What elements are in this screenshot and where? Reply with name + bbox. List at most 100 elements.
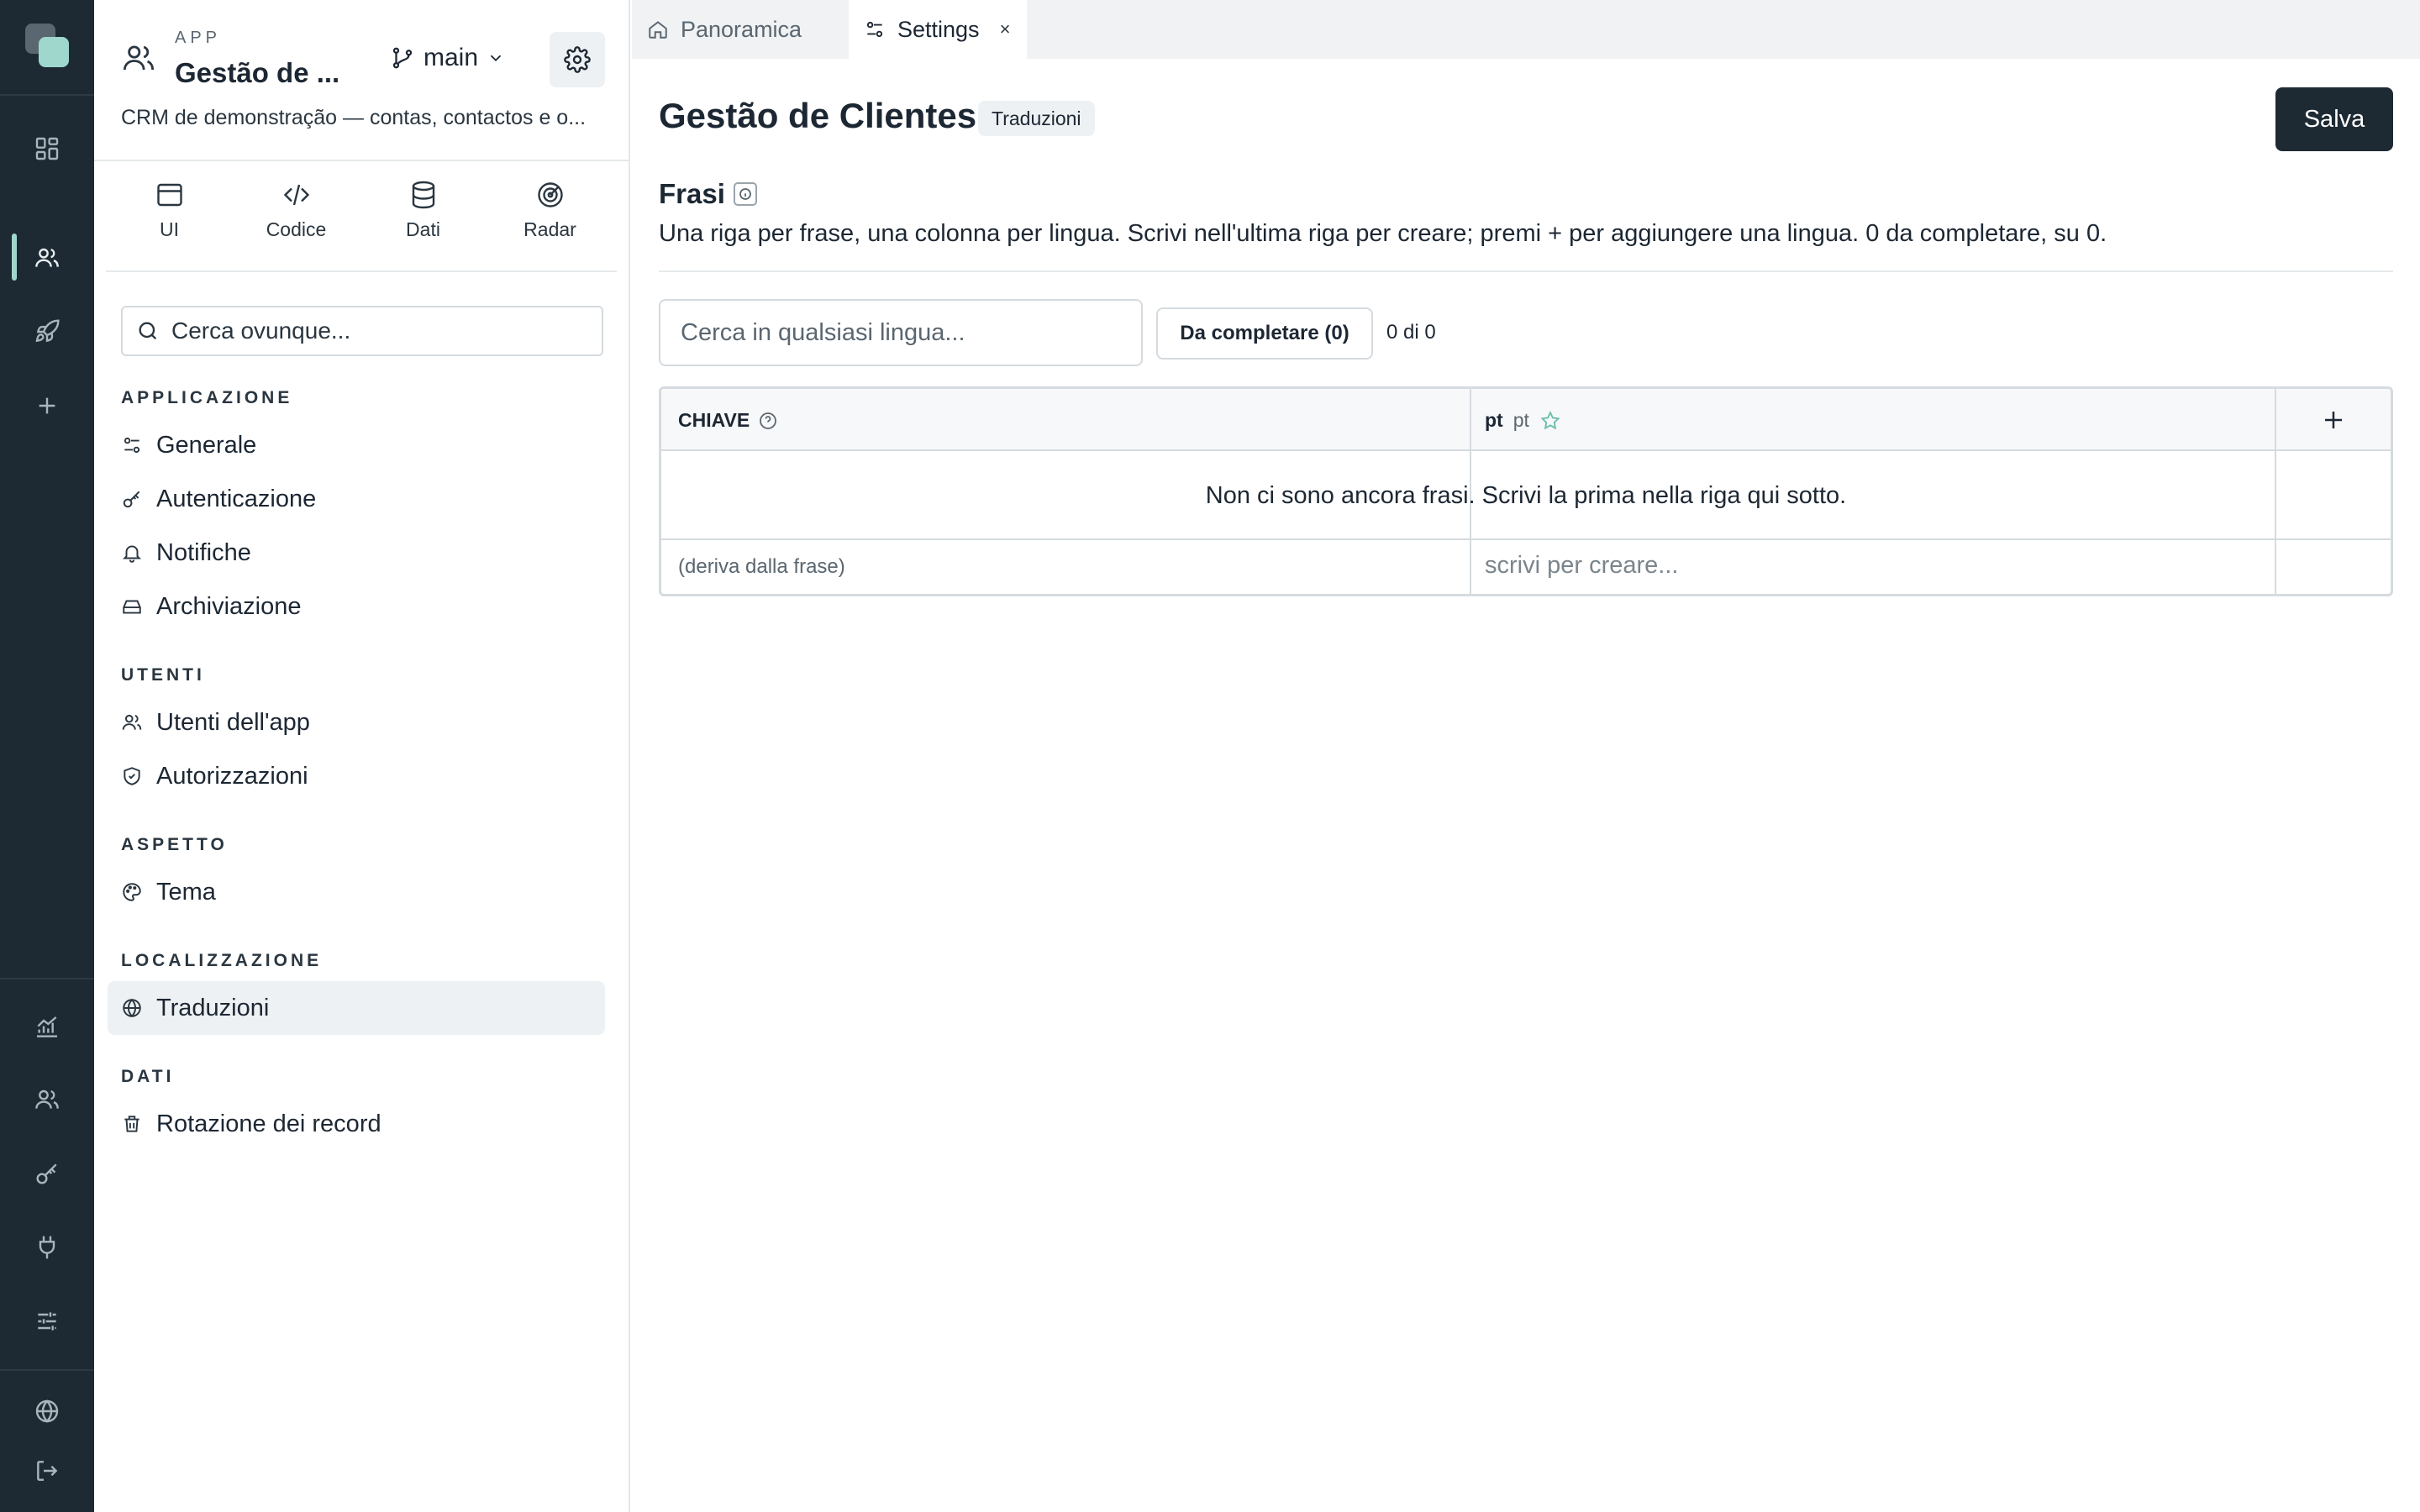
gear-icon <box>564 46 591 73</box>
rail-divider <box>0 94 94 96</box>
key-column-label: CHIAVE <box>678 409 750 431</box>
plus-icon[interactable] <box>26 385 68 427</box>
mode-dati[interactable]: Dati <box>360 180 487 241</box>
sliders-icon[interactable] <box>26 1300 68 1342</box>
logo-icon[interactable] <box>24 22 72 71</box>
nav-section-title: UTENTI <box>121 665 205 685</box>
phrase-search-input[interactable] <box>659 299 1143 366</box>
language-name: pt <box>1512 409 1529 431</box>
nav-section-title: LOCALIZZAZIONE <box>121 951 323 970</box>
mode-label: Dati <box>406 218 440 240</box>
nav-item-archiviazione[interactable]: Archiviazione <box>108 580 605 633</box>
globe-icon[interactable] <box>26 1390 68 1432</box>
mode-radar[interactable]: Radar <box>487 180 613 241</box>
info-icon[interactable] <box>733 182 757 206</box>
mode-label: Codice <box>266 218 327 240</box>
mode-label: UI <box>160 218 179 240</box>
plus-icon <box>2321 407 2346 433</box>
dashboard-icon[interactable] <box>26 128 68 170</box>
settings-sliders-icon <box>121 434 143 456</box>
nav-item-label: Rotazione dei record <box>156 1110 381 1137</box>
window-icon <box>155 180 185 210</box>
incomplete-filter-button[interactable]: Da completare (0) <box>1156 307 1373 360</box>
tab-bar: Panoramica Settings × <box>632 0 2420 59</box>
database-icon <box>408 180 439 210</box>
users-icon[interactable] <box>26 237 68 279</box>
branch-selector[interactable]: main <box>390 44 505 72</box>
nav-item-label: Autenticazione <box>156 485 317 512</box>
team-icon[interactable] <box>26 1079 68 1121</box>
analytics-icon[interactable] <box>26 1006 68 1048</box>
nav-item-tema[interactable]: Tema <box>108 865 605 919</box>
key-icon[interactable] <box>26 1152 68 1194</box>
section-title: Frasi <box>659 178 757 210</box>
nav-item-notifiche[interactable]: Notifiche <box>108 526 605 580</box>
tab-label: Panoramica <box>681 16 802 42</box>
sidebar-divider <box>106 270 617 272</box>
close-icon[interactable]: × <box>1000 18 1011 40</box>
mode-codice[interactable]: Codice <box>233 180 360 241</box>
language-code: pt <box>1485 409 1503 431</box>
sidebar-search-input[interactable] <box>171 318 575 344</box>
nav-item-label: Notifiche <box>156 538 251 566</box>
app-settings-button[interactable] <box>550 32 605 87</box>
nav-item-label: Autorizzazioni <box>156 762 308 790</box>
nav-item-autorizzazioni[interactable]: Autorizzazioni <box>108 749 605 803</box>
page-badge: Traduzioni <box>978 101 1095 136</box>
trash-icon <box>121 1113 143 1135</box>
sidebar-divider <box>94 160 629 161</box>
nav-item-label: Utenti dell'app <box>156 708 310 736</box>
app-title: Gestão de ... <box>175 57 340 88</box>
nav-item-generale[interactable]: Generale <box>108 418 605 472</box>
mode-ui[interactable]: UI <box>106 180 233 241</box>
section-title-label: Frasi <box>659 178 725 209</box>
nav-section-title: DATI <box>121 1067 175 1086</box>
nav-section-title: ASPETTO <box>121 835 228 854</box>
star-icon[interactable] <box>1539 410 1561 432</box>
settings-sidebar: APP Gestão de ... main CRM de demonstraç… <box>94 0 630 1512</box>
help-icon[interactable] <box>758 411 778 431</box>
nav-item-label: Archiviazione <box>156 592 302 620</box>
tab-panoramica[interactable]: Panoramica <box>632 0 847 59</box>
translations-grid: CHIAVE pt pt Non ci sono ancora frasi. S… <box>659 386 2393 596</box>
settings-sliders-icon <box>864 18 886 40</box>
search-icon <box>136 319 160 343</box>
globe-icon <box>121 997 143 1019</box>
add-language-button[interactable] <box>2276 389 2391 451</box>
app-rail <box>0 0 94 1512</box>
nav-item-utenti[interactable]: Utenti dell'app <box>108 696 605 749</box>
nav-item-traduzioni[interactable]: Traduzioni <box>108 981 605 1035</box>
rail-divider <box>0 978 94 979</box>
language-column-header[interactable]: pt pt <box>1485 409 1561 432</box>
nav-item-rotazione[interactable]: Rotazione dei record <box>108 1097 605 1151</box>
mode-label: Radar <box>523 218 576 240</box>
git-branch-icon <box>390 45 415 71</box>
save-button[interactable]: Salva <box>2275 87 2393 151</box>
bell-icon <box>121 542 143 564</box>
logout-icon[interactable] <box>26 1450 68 1492</box>
plug-icon[interactable] <box>26 1226 68 1268</box>
empty-state-message: Non ci sono ancora frasi. Scrivi la prim… <box>661 453 2391 540</box>
nav-item-autenticazione[interactable]: Autenticazione <box>108 472 605 526</box>
rail-active-indicator <box>12 234 17 281</box>
nav-item-label: Tema <box>156 878 216 906</box>
tab-settings[interactable]: Settings × <box>849 0 1027 59</box>
chevron-down-icon <box>487 49 505 67</box>
section-description: Una riga per frase, una colonna per ling… <box>659 220 2107 247</box>
sidebar-search[interactable] <box>121 306 603 356</box>
code-icon <box>281 180 312 210</box>
key-column-header: CHIAVE <box>678 409 778 432</box>
home-icon <box>647 18 669 40</box>
new-phrase-input[interactable] <box>1485 552 2241 580</box>
rocket-icon[interactable] <box>26 311 68 353</box>
page-title: Gestão de Clientes <box>659 96 977 135</box>
key-icon <box>121 488 143 510</box>
nav-item-label: Traduzioni <box>156 994 270 1021</box>
branch-label: main <box>424 44 479 71</box>
palette-icon <box>121 881 143 903</box>
storage-icon <box>121 596 143 617</box>
tab-label: Settings <box>897 16 980 42</box>
section-divider <box>659 270 2393 272</box>
app-kicker: APP <box>175 29 222 47</box>
new-row-key-hint: (deriva dalla frase) <box>678 555 845 578</box>
